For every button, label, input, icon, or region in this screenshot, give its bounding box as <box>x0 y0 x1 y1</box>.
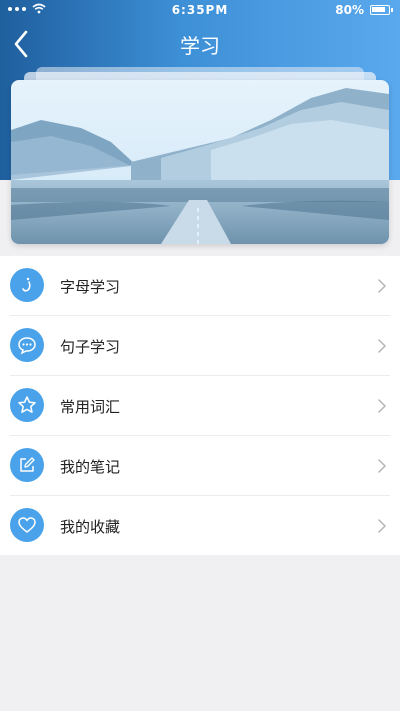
status-right: 80% <box>335 3 393 17</box>
menu-item-label: 常用词汇 <box>60 398 121 416</box>
menu-item-sentences[interactable]: 句子学习 <box>0 316 400 376</box>
chevron-right-icon <box>378 339 387 353</box>
menu-item-label: 字母学习 <box>60 278 121 296</box>
edit-note-icon <box>10 448 44 482</box>
heart-icon <box>10 508 44 542</box>
chat-bubble-icon <box>10 328 44 362</box>
menu-list: 字母学习 句子学习 常用词汇 我的笔记 我的收藏 <box>0 256 400 555</box>
letter-icon <box>10 268 44 302</box>
status-bar: 6:35PM 80% <box>0 0 400 20</box>
banner-image[interactable] <box>11 80 389 244</box>
menu-item-label: 我的收藏 <box>60 518 121 536</box>
battery-icon <box>370 5 393 15</box>
page-title: 学习 <box>180 34 220 58</box>
chevron-right-icon <box>378 399 387 413</box>
menu-item-favorites[interactable]: 我的收藏 <box>0 496 400 556</box>
chevron-right-icon <box>378 279 387 293</box>
mountain-landscape-image <box>11 80 389 244</box>
menu-item-label: 我的笔记 <box>60 458 121 476</box>
menu-item-vocabulary[interactable]: 常用词汇 <box>0 376 400 436</box>
menu-item-label: 句子学习 <box>60 338 121 356</box>
chevron-right-icon <box>378 459 387 473</box>
menu-item-letters[interactable]: 字母学习 <box>0 256 400 316</box>
nav-bar: 学习 <box>0 20 400 68</box>
chevron-right-icon <box>378 519 387 533</box>
star-icon <box>10 388 44 422</box>
menu-item-notes[interactable]: 我的笔记 <box>0 436 400 496</box>
battery-percent: 80% <box>335 3 364 17</box>
